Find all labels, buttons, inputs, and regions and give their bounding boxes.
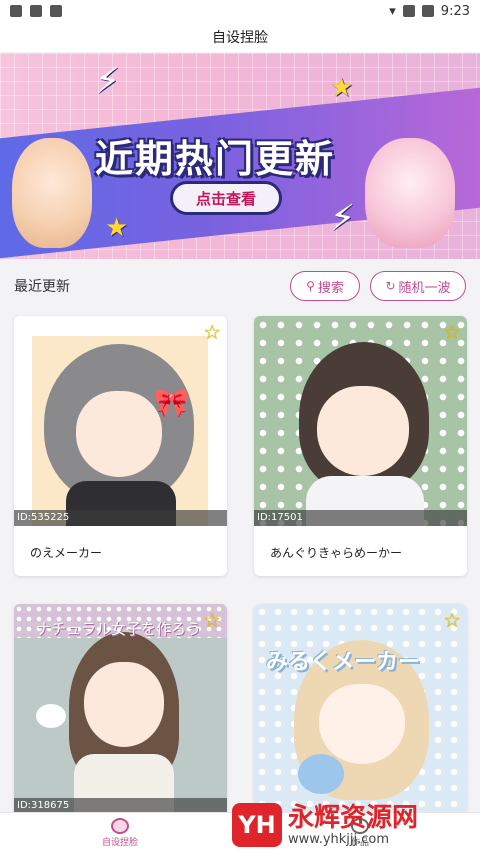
favorite-star-icon[interactable]: ☆ (443, 608, 461, 632)
app-notification-icon (10, 5, 22, 17)
maker-name: あんぐりきゃらめーかー (270, 546, 403, 560)
maker-id: ID:535225 (14, 510, 227, 526)
clock: 9:23 (440, 3, 470, 19)
favorite-star-icon[interactable]: ☆ (203, 320, 221, 344)
recent-updates-header: 最近更新 ⚲ 搜索 ↻ 随机一波 (0, 260, 480, 312)
star-icon: ★ (105, 213, 129, 243)
face-icon (111, 817, 129, 834)
refresh-icon: ↻ (385, 279, 396, 293)
maker-thumbnail[interactable]: ☆ ID:17501 (254, 316, 467, 526)
status-bar: ▾ 9:23 (0, 0, 480, 22)
star-icon: ★ (330, 73, 354, 103)
nav-tab-face-maker[interactable]: 自设捏脸 (0, 813, 240, 852)
no-sim-icon (402, 5, 415, 17)
wifi-icon: ▾ (389, 3, 396, 19)
maker-card[interactable]: ナチュラル女子を作ろう ☆ ID:318675 (14, 604, 227, 818)
random-button-label: 随机一波 (398, 280, 451, 296)
search-button-label: 搜索 (317, 280, 344, 296)
banner-headline: 近期热门更新 (95, 137, 336, 181)
character-artwork: ナチュラル女子を作ろう (14, 604, 227, 814)
favorite-star-icon[interactable]: ☆ (443, 320, 461, 344)
artwork-caption: みるくメーカー (266, 650, 421, 675)
maker-thumbnail[interactable]: 🎀 ☆ ID:535225 (14, 316, 227, 526)
random-button[interactable]: ↻ 随机一波 (370, 271, 466, 301)
maker-id: ID:17501 (254, 510, 467, 526)
maker-thumbnail[interactable]: ナチュラル女子を作ろう ☆ ID:318675 (14, 604, 227, 814)
maker-thumbnail[interactable]: みるくメーカー ☆ (254, 604, 467, 814)
character-artwork (254, 316, 467, 526)
search-icon: ⚲ (306, 279, 315, 293)
artwork-caption: ナチュラル女子を作ろう (36, 620, 202, 638)
battery-icon (421, 5, 434, 17)
maker-card[interactable]: みるくメーカー ☆ (254, 604, 467, 818)
character-artwork: 🎀 (14, 316, 227, 526)
watermark-logo: YH (232, 803, 282, 847)
banner-cta-button[interactable]: 点击查看 (170, 181, 282, 215)
maker-name: のえメーカー (30, 546, 103, 560)
promo-banner[interactable]: ⚡ ⚡ ★ ★ 近期热门更新 点击查看 (0, 53, 480, 259)
site-watermark: YH 永辉资源网 www.yhkjjj.com (232, 798, 480, 852)
search-button[interactable]: ⚲ 搜索 (290, 271, 360, 301)
section-title: 最近更新 (14, 279, 70, 295)
favorite-star-icon[interactable]: ☆ (203, 608, 221, 632)
bunny-girl-illustration (12, 138, 92, 248)
watermark-name: 永辉资源网 (288, 802, 419, 833)
bug-icon (30, 5, 42, 17)
a-letter-icon (50, 5, 62, 17)
lightning-bolt-icon: ⚡ (95, 61, 121, 102)
maker-card[interactable]: 🎀 ☆ ID:535225 のえメーカー (14, 316, 227, 576)
app-title-bar: 自设捏脸 (0, 22, 480, 52)
nav-tab-label: 自设捏脸 (101, 837, 138, 848)
page-title: 自设捏脸 (212, 30, 268, 46)
character-artwork: みるくメーカー (254, 604, 467, 814)
watermark-url: www.yhkjjj.com (288, 831, 390, 847)
maker-card[interactable]: ☆ ID:17501 あんぐりきゃらめーかー (254, 316, 467, 576)
lightning-bolt-icon: ⚡ (330, 198, 356, 239)
